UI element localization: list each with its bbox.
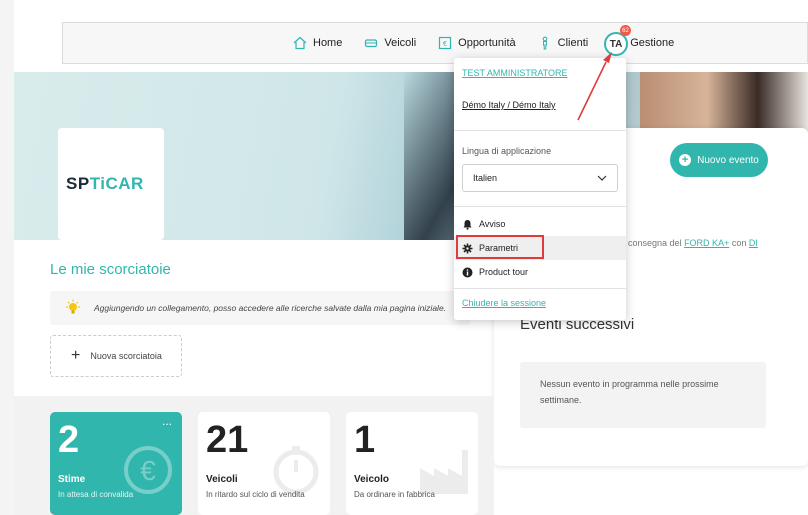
logo-part-b: TiCAR bbox=[89, 174, 144, 193]
stat-card-stime[interactable]: 2 ... € Stime In attesa di convalida bbox=[50, 412, 182, 515]
empty-events-text: Nessun evento in programma nelle prossim… bbox=[540, 379, 719, 405]
stat-card-veicolo[interactable]: 1 Veicolo Da ordinare in fabbrica bbox=[346, 412, 478, 515]
info-icon bbox=[462, 267, 473, 277]
stat-card-veicoli[interactable]: 21 Veicoli In ritardo sul ciclo di vendi… bbox=[198, 412, 330, 515]
divider bbox=[454, 130, 626, 131]
nav-label-veicoli: Veicoli bbox=[384, 37, 417, 49]
nav-label-gestione: Gestione bbox=[630, 37, 675, 49]
stat-number: 2 bbox=[58, 419, 80, 461]
parametri-highlight-box bbox=[456, 235, 544, 259]
top-nav: Home Veicoli € Opportunità Clienti Gesti… bbox=[62, 22, 808, 64]
app-frame: Home Veicoli € Opportunità Clienti Gesti… bbox=[14, 0, 808, 515]
lightbulb-icon bbox=[66, 299, 80, 314]
car-icon bbox=[365, 39, 378, 48]
new-event-label: Nuovo evento bbox=[697, 154, 759, 166]
notification-badge: 62 bbox=[620, 25, 631, 36]
menu-item-label: Product tour bbox=[479, 267, 529, 277]
nav-label-home: Home bbox=[313, 37, 343, 49]
new-shortcut-label: Nuova scorciatoia bbox=[90, 351, 162, 361]
opportunity-icon: € bbox=[439, 36, 452, 50]
nav-item-veicoli[interactable]: Veicoli bbox=[364, 36, 416, 50]
stat-label: Veicolo bbox=[354, 474, 390, 485]
delivery-text: consegna del bbox=[628, 238, 682, 248]
logout-link[interactable]: Chiudere la sessione bbox=[462, 298, 546, 308]
stat-label: Stime bbox=[58, 474, 86, 485]
language-select[interactable]: Italien bbox=[462, 164, 618, 192]
nav-item-home[interactable]: Home bbox=[293, 36, 342, 50]
language-label: Lingua di applicazione bbox=[462, 146, 552, 156]
brand-logo: SPTiCAR bbox=[66, 174, 144, 194]
more-options-icon[interactable]: ... bbox=[162, 414, 172, 428]
stat-sub: In ritardo sul ciclo di vendita bbox=[206, 490, 305, 499]
empty-events-box: Nessun evento in programma nelle prossim… bbox=[520, 362, 766, 428]
user-dropdown-menu: TEST AMMINISTRATORE Démo Italy / Démo It… bbox=[454, 58, 626, 320]
menu-item-product-tour[interactable]: Product tour bbox=[454, 260, 626, 284]
stat-sub: In attesa di convalida bbox=[58, 490, 134, 499]
nav-label-opportunita: Opportunità bbox=[458, 37, 516, 49]
stat-label: Veicoli bbox=[206, 474, 238, 485]
home-icon bbox=[293, 36, 307, 50]
stat-number: 21 bbox=[206, 419, 249, 461]
bell-icon bbox=[463, 219, 472, 230]
menu-item-avviso[interactable]: Avviso bbox=[454, 212, 626, 236]
stat-number: 1 bbox=[354, 419, 376, 461]
brand-logo-card: SPTiCAR bbox=[58, 128, 164, 240]
delivery-trailing-link[interactable]: DI bbox=[749, 238, 758, 248]
chevron-down-icon bbox=[597, 175, 607, 181]
user-name-link[interactable]: TEST AMMINISTRATORE bbox=[462, 68, 568, 78]
language-value: Italien bbox=[473, 173, 498, 183]
svg-text:€: € bbox=[443, 41, 447, 48]
new-shortcut-button[interactable]: + Nuova scorciatoia bbox=[50, 335, 182, 377]
shortcuts-hint-text: Aggiungendo un collegamento, posso acced… bbox=[94, 303, 447, 313]
shortcuts-hint: Aggiungendo un collegamento, posso acced… bbox=[50, 291, 470, 325]
divider bbox=[454, 206, 626, 207]
person-icon bbox=[542, 36, 547, 50]
hero-person-image bbox=[640, 72, 808, 132]
divider bbox=[454, 288, 626, 289]
plus-icon: + bbox=[679, 154, 692, 166]
stat-sub: Da ordinare in fabbrica bbox=[354, 490, 435, 499]
shortcuts-title: Le mie scorciatoie bbox=[50, 261, 171, 278]
delivery-with: con bbox=[731, 238, 747, 248]
nav-item-opportunita[interactable]: € Opportunità bbox=[438, 36, 516, 50]
delivery-event-text: consegna del FORD KA+ con DI bbox=[628, 238, 758, 248]
plus-icon: + bbox=[71, 347, 81, 364]
nav-label-clienti: Clienti bbox=[557, 37, 589, 49]
nav-item-clienti[interactable]: Clienti bbox=[538, 36, 589, 50]
logo-part-a: SP bbox=[66, 174, 90, 193]
delivery-model-link[interactable]: FORD KA+ bbox=[684, 238, 729, 248]
svg-text:€: € bbox=[140, 455, 156, 486]
menu-item-label: Avviso bbox=[479, 219, 506, 229]
organization-link[interactable]: Démo Italy / Démo Italy bbox=[462, 100, 556, 110]
new-event-button[interactable]: + Nuovo evento bbox=[670, 143, 768, 177]
